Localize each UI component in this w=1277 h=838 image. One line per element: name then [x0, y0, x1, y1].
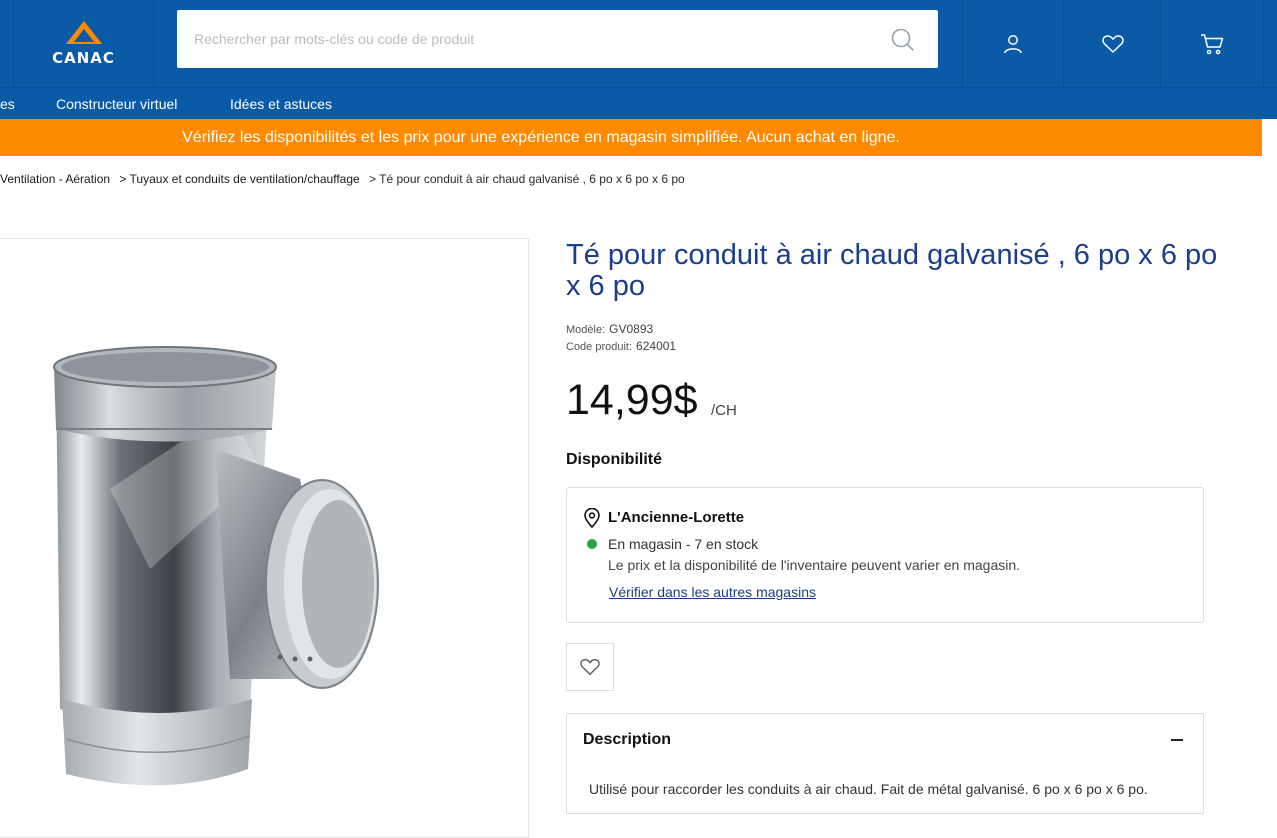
logo-text: CANAC — [52, 49, 115, 67]
logo-triangle-icon — [65, 21, 102, 44]
nav-item-constructeur-virtuel[interactable]: Constructeur virtuel — [56, 96, 177, 112]
availability-heading: Disponibilité — [566, 451, 662, 468]
product-code-label: Code produit: — [566, 341, 633, 353]
description-heading[interactable]: Description — [583, 731, 671, 749]
account-button[interactable] — [962, 0, 1063, 87]
user-icon — [1004, 34, 1022, 53]
model-line: Modèle: GV0893 — [566, 322, 653, 336]
description-panel: Description Utilisé pour raccorder les c… — [566, 713, 1204, 814]
top-header: CANAC — [0, 0, 1277, 87]
price-unit: /CH — [711, 402, 737, 419]
product-image-frame — [0, 238, 529, 838]
nav-item-idees-astuces[interactable]: Idées et astuces — [230, 96, 332, 112]
location-pin-icon — [584, 508, 600, 528]
search-input[interactable] — [177, 10, 877, 68]
main-nav: es Constructeur virtuel Idées et astuces — [0, 87, 1277, 119]
breadcrumb: Ventilation - Aération > Tuyaux et condu… — [0, 172, 691, 186]
collapse-minus-icon[interactable] — [1171, 739, 1183, 741]
breadcrumb-item-current: > Té pour conduit à air chaud galvanisé … — [369, 172, 685, 186]
nav-item-partial[interactable]: es — [0, 96, 15, 112]
product-image[interactable] — [0, 239, 528, 819]
add-to-wishlist-button[interactable] — [566, 643, 614, 691]
search-icon — [891, 28, 914, 51]
wishlist-button[interactable] — [1063, 0, 1161, 87]
description-text: Utilisé pour raccorder les conduits à ai… — [589, 781, 1148, 797]
stock-status: En magasin - 7 en stock — [608, 536, 759, 552]
price: 14,99$ — [566, 376, 698, 424]
search-button[interactable] — [890, 27, 916, 53]
promo-banner: Vérifiez les disponibilités et les prix … — [0, 119, 1262, 156]
product-title: Té pour conduit à air chaud galvanisé , … — [566, 239, 1218, 302]
heart-icon — [580, 659, 600, 675]
breadcrumb-item-ventilation[interactable]: Ventilation - Aération — [0, 172, 110, 186]
store-availability-card: L'Ancienne-Lorette En magasin - 7 en sto… — [566, 487, 1204, 623]
store-name: L'Ancienne-Lorette — [608, 509, 745, 526]
inventory-note: Le prix et la disponibilité de l'inventa… — [608, 557, 1021, 573]
check-other-stores-link[interactable]: Vérifier dans les autres magasins — [609, 584, 816, 600]
model-value: GV0893 — [609, 322, 654, 336]
promo-text: Vérifiez les disponibilités et les prix … — [182, 129, 900, 146]
product-code-line: Code produit: 624001 — [566, 339, 676, 353]
product-code-value: 624001 — [636, 339, 677, 353]
breadcrumb-item-tuyaux[interactable]: > Tuyaux et conduits de ventilation/chau… — [119, 172, 359, 186]
heart-icon — [1101, 34, 1124, 53]
in-stock-dot-icon — [587, 539, 597, 549]
cart-button[interactable] — [1160, 0, 1264, 87]
cart-icon — [1201, 33, 1224, 54]
model-label: Modèle: — [566, 324, 606, 336]
search-bar — [177, 10, 938, 68]
logo[interactable]: CANAC — [13, 0, 154, 87]
